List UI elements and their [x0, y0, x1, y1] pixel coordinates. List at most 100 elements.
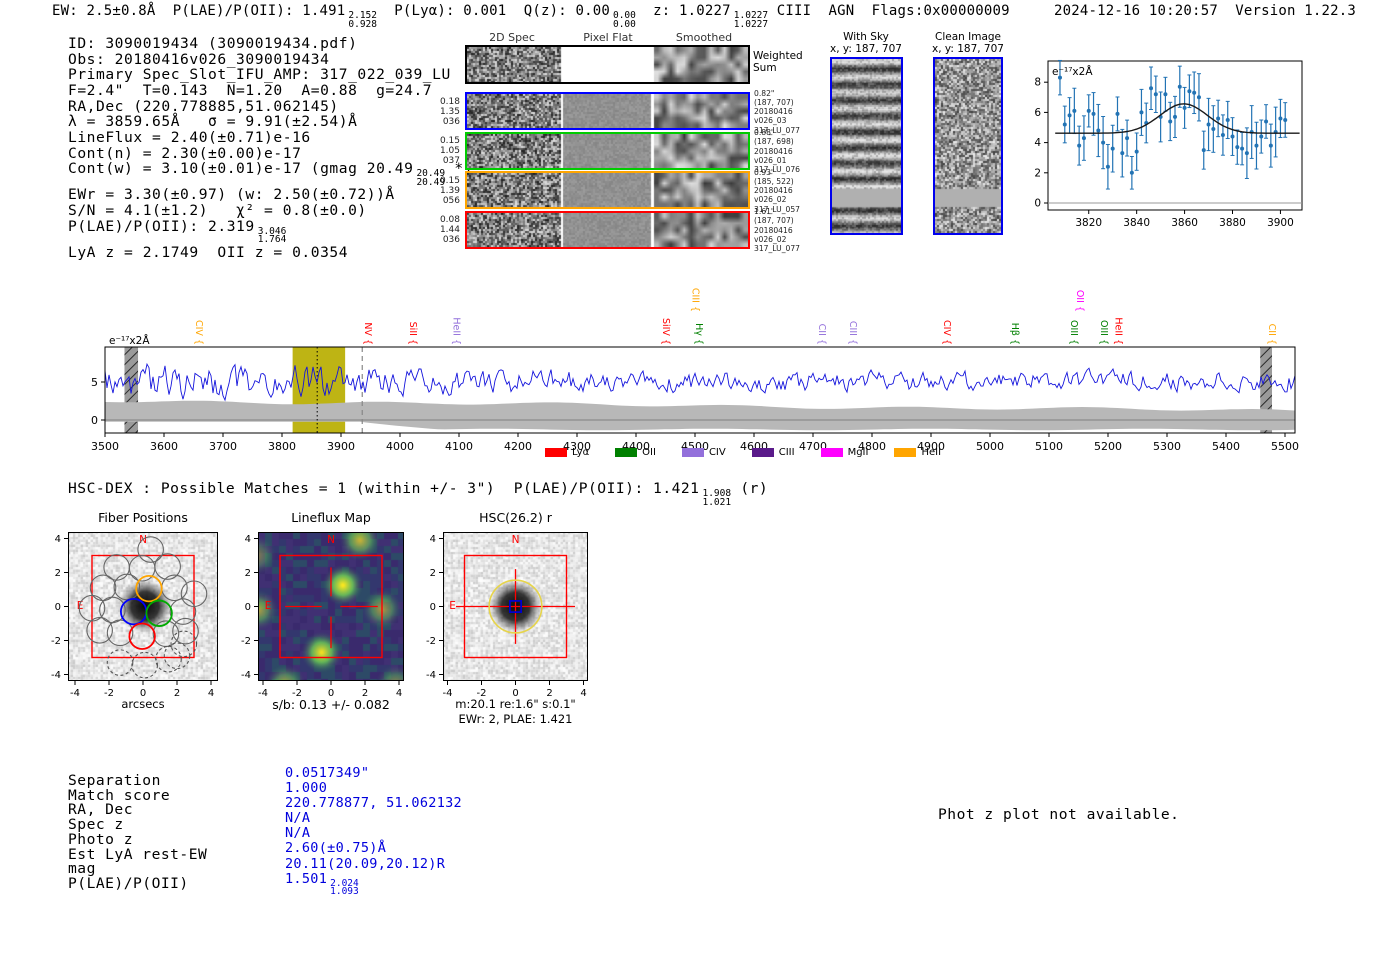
selected-fiber-circle: [145, 599, 173, 627]
legend-item: CIV: [681, 447, 726, 458]
flux-units-annotation: e⁻¹⁷x2Å: [1052, 65, 1093, 78]
svg-text:-2: -2: [51, 636, 61, 647]
legend-label: MgII: [847, 447, 869, 458]
spec2d-header-smoothed: Smoothed: [675, 31, 733, 44]
svg-text:3600: 3600: [150, 440, 178, 453]
spec2d-row-image: [467, 173, 748, 207]
svg-text:3900: 3900: [327, 440, 355, 453]
match-table-value: 20.11(20.09,20.12)R: [285, 855, 446, 872]
legend-item: MgII: [820, 447, 869, 458]
svg-text:5200: 5200: [1094, 440, 1122, 453]
match-table-value: 0.0517349": [285, 765, 370, 781]
svg-text:4000: 4000: [386, 440, 414, 453]
spec2d-row-left-labels: 0.15 1.05 037: [439, 136, 460, 167]
emission-line-label: CIV {: [193, 320, 204, 345]
svg-text:4200: 4200: [504, 440, 532, 453]
spec2d-row-right-labels: 1.61" (187, 707) 20180416 v026_02 317_LU_077: [754, 207, 800, 254]
gaussian-fit-curve: [1055, 103, 1300, 134]
spec2d-row-right-labels: 0.88" (187, 698) 20180416 v026_01 317_LU_076: [754, 128, 800, 175]
svg-text:0: 0: [91, 414, 98, 427]
spec2d-right-labels: 0.82" (187, 707) 20180416 v026_03 317_LU_077…: [754, 88, 814, 254]
info-line: Cont(n) = 2.30(±0.00)e-17: [68, 144, 302, 162]
hsc-cutout-xlabel1: m:20.1 re:1.6" s:0.1": [455, 697, 576, 711]
svg-text:5400: 5400: [1212, 440, 1240, 453]
north-label: N: [512, 534, 520, 546]
svg-text:2: 2: [430, 568, 436, 579]
spec2d-row-right-labels: 0.82" (187, 707) 20180416 v026_03 317_LU_077: [754, 88, 800, 135]
weighted-label-line2: Sum: [753, 62, 777, 74]
match-table-values: 0.0517349" 1.000 220.778877, 51.062132 N/A N…: [285, 765, 462, 898]
svg-text:5000: 5000: [976, 440, 1004, 453]
emission-line-label: OIII {: [1068, 320, 1079, 345]
emission-line-label: CII {: [1266, 324, 1277, 345]
emission-line-label: SiIV {: [660, 318, 671, 345]
spec2d-row-right-labels: 0.93" (185, 522) 20180416 v026_02 317_LU_057: [754, 167, 800, 214]
clean-image-xy: x, y: 187, 707: [932, 43, 1004, 55]
stacked-uncertainty: 2.024 1.093: [330, 877, 359, 898]
hsc-cutout-title: HSC(26.2) r: [479, 510, 552, 525]
svg-text:5500: 5500: [1271, 440, 1299, 453]
info-line: Obs: 20180416v026_3090019434: [68, 50, 330, 68]
legend-swatch: [894, 448, 917, 457]
emission-line-label: SiII {: [407, 322, 418, 345]
match-table-value: N/A: [285, 810, 311, 827]
fiber-positions-xlabel: arcsecs: [121, 697, 165, 711]
match-table-value: 2.60(±0.75)Å: [285, 840, 387, 857]
info-line: S/N = 4.1(±1.2) χ² = 0.8(±0.0): [68, 201, 367, 219]
svg-text:4: 4: [1034, 137, 1041, 149]
spectrum-trace: [104, 362, 1296, 402]
spec2d-row: [465, 210, 750, 249]
fiber-positions-title: Fiber Positions: [98, 510, 188, 525]
svg-text:2: 2: [245, 568, 251, 579]
with-sky-title-line: With Sky: [843, 31, 889, 43]
line-fit-zoom-plot: 3820 3840 3860 3880 3900 0 2 4 6 8 e⁻¹⁷x2Å: [1034, 59, 1303, 229]
info-line: Primary Spec_Slot_IFU_AMP: 317_022_039_L…: [68, 66, 451, 84]
svg-text:4: 4: [55, 534, 61, 545]
legend-item: CIII: [751, 447, 795, 458]
spec2d-weighted-sum-image: [467, 47, 748, 82]
legend-label: CIV: [708, 447, 726, 458]
hsc-dex-matches-line: HSC-DEX : Possible Matches = 1 (within +…: [68, 480, 769, 508]
svg-text:4: 4: [430, 534, 436, 545]
lineflux-map-xlabel: s/b: 0.13 +/- 0.082: [272, 697, 390, 712]
header-summary-line: EW: 2.5±0.8Å P(LAE)/P(OII): 1.491 2.152 0.…: [52, 3, 1010, 30]
stacked-uncertainty: 1.0227 1.0227: [733, 10, 769, 30]
lineflux-map-title: Lineflux Map: [291, 510, 371, 525]
svg-text:3840: 3840: [1123, 217, 1150, 229]
with-sky-image-frame: [830, 57, 903, 235]
fiber-circle-dashed: [106, 649, 134, 676]
emission-line-label: CIII {: [847, 321, 858, 345]
with-sky-xy: x, y: 187, 707: [830, 43, 902, 55]
hsc-cutout-overlay: -4 -2 0 2 4420-2-4NE: [426, 532, 588, 699]
info-line: Cont(w) = 3.10(±0.01)e-17 (gmag 20.49 20.…: [68, 160, 474, 188]
emission-line-label: OIII {: [1098, 320, 1109, 345]
match-table-labels: Separation Match score RA, Dec Spec z Photo …: [68, 773, 207, 892]
fiber-circle-dashed: [131, 651, 158, 679]
legend-item: Lyα: [545, 447, 589, 458]
east-label: E: [449, 600, 456, 612]
selected-fiber-circle: [128, 622, 156, 650]
legend-item: HeII: [894, 447, 941, 458]
fiber-circle: [161, 574, 188, 602]
stacked-uncertainty: 2.152 0.928: [348, 10, 377, 30]
info-line: EWr = 3.30(±0.97) (w: 2.50(±0.72))Å: [68, 186, 395, 204]
spec2d-row-image: [467, 94, 748, 128]
emission-line-label: NV {: [362, 322, 373, 345]
svg-text:5100: 5100: [1035, 440, 1063, 453]
info-line: LineFlux = 2.40(±0.71)e-16: [68, 128, 311, 146]
clean-image-title: Clean Image x, y: 187, 707: [921, 31, 1015, 55]
svg-text:4: 4: [245, 534, 251, 545]
elixer-report-page: { "header": { "left_segments": [ {"t":"E…: [0, 0, 1400, 953]
stacked-uncertainty: 0.00 0.00: [612, 10, 636, 30]
detection-info-block: ID: 3090019434 (3090019434.pdf) Obs: 2018…: [68, 36, 473, 260]
flux-units-annotation: e⁻¹⁷x2Å: [109, 334, 150, 347]
east-label: E: [265, 600, 272, 612]
legend-label: Lyα: [572, 447, 590, 458]
svg-text:-2: -2: [241, 636, 251, 647]
spec2d-left-labels: 0.18 1.35 036 0.15 1.05 037 0.15 1.39 056 0.08 1.4…: [428, 92, 460, 250]
spec2d-row: [465, 171, 750, 209]
svg-text:3800: 3800: [268, 440, 296, 453]
svg-text:2: 2: [1034, 167, 1041, 179]
match-table-label: P(LAE)/P(OII): [68, 874, 189, 892]
north-label: N: [327, 534, 335, 546]
